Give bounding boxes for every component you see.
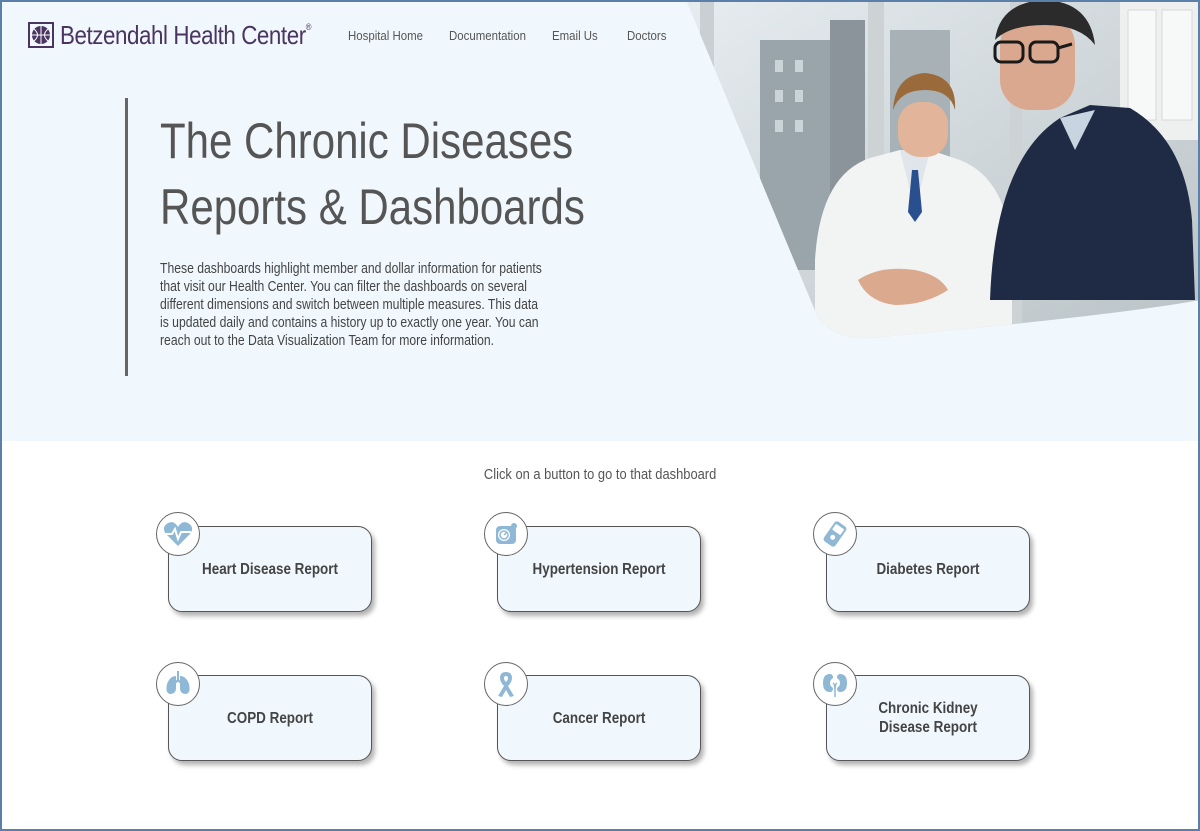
heart-pulse-icon — [156, 512, 200, 556]
hero-section: Betzendahl Health Center® Hospital Home … — [0, 0, 1200, 441]
blood-pressure-icon — [484, 512, 528, 556]
card-label: Cancer Report — [552, 709, 646, 727]
hypertension-report-button[interactable]: Hypertension Report — [497, 526, 701, 612]
basketball-logo-icon — [28, 22, 54, 48]
nav-doctors[interactable]: Doctors — [627, 28, 666, 43]
hero-content: The Chronic Diseases Reports & Dashboard… — [125, 98, 585, 376]
brand-logo[interactable]: Betzendahl Health Center® — [28, 20, 352, 50]
awareness-ribbon-icon — [484, 662, 528, 706]
page-title: The Chronic Diseases Reports & Dashboard… — [160, 113, 585, 235]
glucose-meter-icon — [813, 512, 857, 556]
card-label: Diabetes Report — [876, 560, 980, 578]
nav-hospital-home[interactable]: Hospital Home — [348, 28, 423, 43]
diabetes-report-button[interactable]: Diabetes Report — [826, 526, 1030, 612]
card-label: Chronic Kidney Disease Report — [878, 700, 978, 736]
kidneys-icon — [813, 662, 857, 706]
nav-documentation[interactable]: Documentation — [449, 28, 526, 43]
nav-email-us[interactable]: Email Us — [552, 28, 598, 43]
card-label: COPD Report — [227, 709, 313, 727]
instruction-text: Click on a button to go to that dashboar… — [483, 466, 717, 483]
card-label: Heart Disease Report — [202, 560, 338, 578]
hero-description: These dashboards highlight member and do… — [160, 261, 542, 349]
card-label: Hypertension Report — [532, 560, 666, 578]
lungs-icon — [156, 662, 200, 706]
brand-name: Betzendahl Health Center® — [60, 19, 312, 50]
